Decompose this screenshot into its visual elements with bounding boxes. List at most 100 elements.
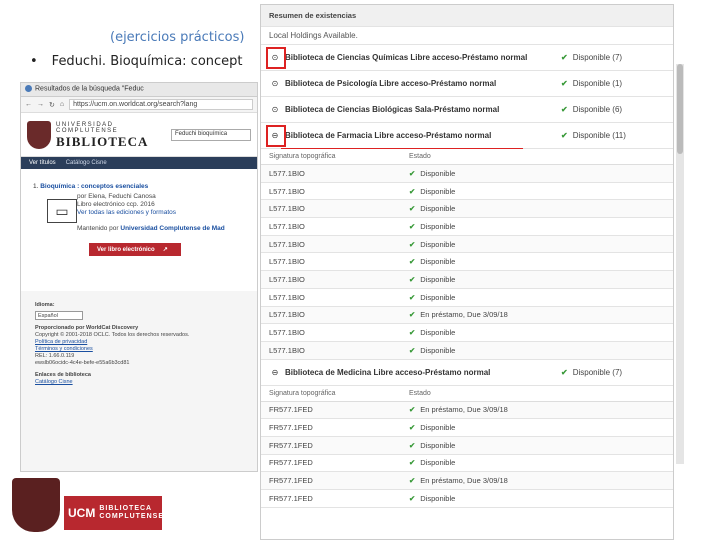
provided-by: Proporcionado por WorldCat Discovery: [35, 325, 139, 331]
call-number: L577.1BIO: [269, 221, 305, 231]
check-icon: ✔: [409, 405, 416, 415]
call-number: FR577.1FED: [269, 493, 313, 503]
result-author: por Elena, Feduchi Canosa: [77, 193, 156, 200]
copy-row: FR577.1FED ✔ Disponible: [261, 436, 673, 455]
check-icon: ✔: [409, 257, 416, 267]
farmacia-copies-list: L577.1BIO ✔ Disponible L577.1BIO ✔ Disponible…: [261, 165, 673, 360]
check-icon: ✔: [561, 131, 568, 140]
copy-status: Disponible: [420, 440, 456, 450]
copy-row: FR577.1FED ✔ Disponible: [261, 490, 673, 508]
copy-status: En préstamo, Due 3/09/18: [420, 476, 508, 486]
library-links-label: Enlaces de biblioteca: [35, 372, 91, 378]
copy-status: En préstamo, Due 3/09/18: [420, 405, 508, 415]
slide-heading: (ejercicios prácticos): [110, 30, 245, 45]
search-input[interactable]: Feduchi bioquímica: [171, 128, 251, 141]
copy-row: L577.1BIO ✔ Disponible: [261, 218, 673, 236]
check-icon: ✔: [561, 367, 568, 377]
check-icon: ✔: [409, 493, 416, 503]
biblioteca-complutense-logo: UCM BIBLIOTECA COMPLUTENSE: [64, 496, 163, 530]
check-icon: ✔: [409, 458, 416, 468]
call-number: FR577.1FED: [269, 440, 313, 450]
back-icon[interactable]: ←: [25, 101, 32, 108]
call-number: L577.1BIO: [269, 257, 305, 267]
call-number: L577.1BIO: [269, 274, 305, 284]
scrollbar[interactable]: [676, 64, 684, 464]
view-ebook-button[interactable]: Ver libro electrónico ↗: [89, 243, 181, 256]
result-format: Libro electrónico ccp. 2016: [77, 201, 155, 208]
call-number: FR577.1FED: [269, 458, 313, 468]
library-row-farmacia[interactable]: ⊖ Biblioteca de Farmacia Libre acceso-Pr…: [261, 123, 673, 149]
copy-status: Disponible: [420, 221, 456, 231]
check-icon: ✔: [409, 292, 416, 302]
library-row-biologicas[interactable]: ⊙ Biblioteca de Ciencias Biológicas Sala…: [261, 97, 673, 123]
book-icon: ▭: [47, 199, 77, 223]
check-icon: ✔: [561, 105, 568, 114]
check-icon: ✔: [409, 274, 416, 284]
catalog-link[interactable]: Catálogo Cisne: [35, 379, 243, 386]
library-row-medicina[interactable]: ⊖ Biblioteca de Medicina Libre acceso-Pr…: [261, 360, 673, 386]
university-crest-icon: [27, 120, 51, 149]
expand-icon[interactable]: ⊙: [269, 79, 281, 88]
collapse-icon[interactable]: ⊖: [269, 368, 281, 377]
language-select[interactable]: Español: [35, 311, 83, 320]
copy-status: Disponible: [420, 186, 456, 196]
check-icon: ✔: [409, 204, 416, 214]
highlight-box: [266, 47, 286, 69]
expand-icon[interactable]: ⊙: [269, 105, 281, 114]
call-number: L577.1BIO: [269, 292, 305, 302]
copy-row: FR577.1FED ✔ En préstamo, Due 3/09/18: [261, 401, 673, 420]
favicon-icon: [25, 85, 32, 92]
editions-link[interactable]: Ver todas las ediciones y formatos: [77, 209, 257, 217]
check-icon: ✔: [409, 239, 416, 249]
call-number: L577.1BIO: [269, 186, 305, 196]
holdings-panel: Resumen de existencias Local Holdings Av…: [260, 4, 674, 540]
library-header: UNIVERSIDAD COMPLUTENSE BIBLIOTECA Feduc…: [21, 113, 257, 157]
slide-bullet: • Feduchi. Bioquímica: concept: [30, 54, 243, 69]
browser-window: Resultados de la búsqueda "Feduc ← → ↻ ⌂…: [20, 82, 258, 472]
copy-status: Disponible: [420, 274, 456, 284]
copy-status: Disponible: [420, 257, 456, 267]
copy-status: Disponible: [420, 239, 456, 249]
check-icon: ✔: [409, 310, 416, 320]
copy-status: Disponible: [420, 328, 456, 338]
highlight-box: [266, 125, 286, 147]
copy-row: L577.1BIO ✔ Disponible: [261, 253, 673, 272]
bullet-dot-icon: •: [30, 54, 38, 69]
copy-status: Disponible: [420, 292, 456, 302]
check-icon: ✔: [409, 168, 416, 178]
terms-link[interactable]: Términos y condiciones: [35, 346, 243, 353]
copy-status: Disponible: [420, 493, 456, 503]
copy-row: L577.1BIO ✔ Disponible: [261, 235, 673, 254]
reload-icon[interactable]: ↻: [49, 101, 55, 109]
call-number: L577.1BIO: [269, 204, 305, 214]
copy-status: Disponible: [420, 168, 456, 178]
copy-status: En préstamo, Due 3/09/18: [420, 310, 508, 320]
university-logo-text[interactable]: UNIVERSIDAD COMPLUTENSE BIBLIOTECA: [56, 122, 148, 148]
result-title-link[interactable]: Bioquímica : conceptos esenciales: [40, 183, 148, 190]
browser-tab[interactable]: Resultados de la búsqueda "Feduc: [21, 83, 257, 97]
check-icon: ✔: [561, 79, 568, 88]
language-label: Idioma:: [35, 302, 55, 308]
home-icon[interactable]: ⌂: [60, 101, 64, 108]
privacy-link[interactable]: Política de privacidad: [35, 339, 243, 346]
call-number: FR577.1FED: [269, 423, 313, 433]
copyright-text: Copyright © 2001-2018 OCLC. Todos los de…: [35, 332, 190, 338]
call-number: L577.1BIO: [269, 328, 305, 338]
address-bar-row: ← → ↻ ⌂ https://ucm.on.worldcat.org/sear…: [21, 97, 257, 113]
ucm-crest-logo: [12, 478, 60, 532]
scrollbar-thumb[interactable]: [677, 64, 683, 154]
forward-icon[interactable]: →: [37, 101, 44, 108]
check-icon: ✔: [409, 328, 416, 338]
url-field[interactable]: https://ucm.on.worldcat.org/search?lang: [69, 99, 253, 110]
check-icon: ✔: [409, 476, 416, 486]
library-row-quimicas[interactable]: ⊙ Biblioteca de Ciencias Químicas Libre …: [261, 45, 673, 71]
copy-row: L577.1BIO ✔ Disponible: [261, 324, 673, 342]
highlight-underline: [281, 147, 523, 149]
call-number: L577.1BIO: [269, 345, 305, 355]
nav-item-titles[interactable]: Ver títulos: [29, 160, 56, 166]
call-number: L577.1BIO: [269, 310, 305, 320]
copy-status: Disponible: [420, 458, 456, 468]
nav-item-catalog[interactable]: Catálogo Cisne: [66, 160, 107, 166]
library-row-psicologia[interactable]: ⊙ Biblioteca de Psicología Libre acceso-…: [261, 71, 673, 97]
bullet-text: Feduchi. Bioquímica: concept: [51, 54, 243, 69]
